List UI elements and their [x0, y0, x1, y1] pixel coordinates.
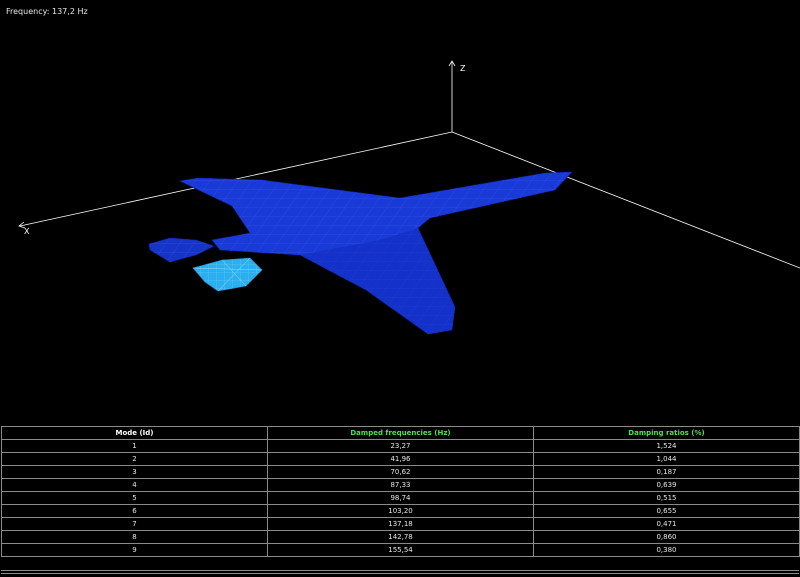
frequency-cell: 23,27: [267, 439, 534, 453]
frequency-cell: 70,62: [267, 465, 534, 479]
mode-id-cell: 1: [1, 439, 268, 453]
table-header-row: Mode (Id) Damped frequencies (Hz) Dampin…: [1, 426, 800, 440]
modes-table: Mode (Id) Damped frequencies (Hz) Dampin…: [1, 426, 800, 557]
column-header-damped-frequencies[interactable]: Damped frequencies (Hz): [267, 426, 534, 440]
damping-cell: 0,860: [533, 530, 800, 544]
table-row[interactable]: 5 98,74 0,515: [1, 491, 800, 505]
damping-cell: 0,471: [533, 517, 800, 531]
damping-cell: 0,187: [533, 465, 800, 479]
x-axis-label: X: [24, 227, 30, 236]
damping-cell: 1,524: [533, 439, 800, 453]
frequency-cell: 41,96: [267, 452, 534, 466]
mode-id-cell: 9: [1, 543, 268, 557]
table-row[interactable]: 3 70,62 0,187: [1, 465, 800, 479]
damping-cell: 1,044: [533, 452, 800, 466]
mode-id-cell: 5: [1, 491, 268, 505]
damping-cell: 0,515: [533, 491, 800, 505]
mode-id-cell: 7: [1, 517, 268, 531]
table-footer-border: [1, 570, 799, 574]
table-row[interactable]: 9 155,54 0,380: [1, 543, 800, 557]
mode-id-cell: 3: [1, 465, 268, 479]
frequency-cell: 87,33: [267, 478, 534, 492]
table-row[interactable]: 2 41,96 1,044: [1, 452, 800, 466]
aircraft-mesh: [148, 171, 573, 335]
damping-cell: 0,380: [533, 543, 800, 557]
damping-cell: 0,639: [533, 478, 800, 492]
table-row[interactable]: 4 87,33 0,639: [1, 478, 800, 492]
table-row[interactable]: 8 142,78 0,860: [1, 530, 800, 544]
frequency-cell: 137,18: [267, 517, 534, 531]
column-header-mode-id[interactable]: Mode (Id): [1, 426, 268, 440]
table-row[interactable]: 1 23,27 1,524: [1, 439, 800, 453]
frequency-cell: 142,78: [267, 530, 534, 544]
table-row[interactable]: 7 137,18 0,471: [1, 517, 800, 531]
frequency-cell: 155,54: [267, 543, 534, 557]
modes-table-panel: Mode (Id) Damped frequencies (Hz) Dampin…: [0, 424, 800, 577]
mode-id-cell: 8: [1, 530, 268, 544]
aircraft-mode-shape-scene: Z X: [18, 60, 800, 335]
frequency-cell: 103,20: [267, 504, 534, 518]
frequency-cell: 98,74: [267, 491, 534, 505]
damping-cell: 0,655: [533, 504, 800, 518]
table-row[interactable]: 6 103,20 0,655: [1, 504, 800, 518]
z-axis-label: Z: [460, 64, 466, 73]
mode-id-cell: 4: [1, 478, 268, 492]
mode-id-cell: 2: [1, 452, 268, 466]
column-header-damping-ratios[interactable]: Damping ratios (%): [533, 426, 800, 440]
3d-viewport[interactable]: Frequency: 137,2 Hz Z X: [0, 0, 800, 424]
mode-id-cell: 6: [1, 504, 268, 518]
